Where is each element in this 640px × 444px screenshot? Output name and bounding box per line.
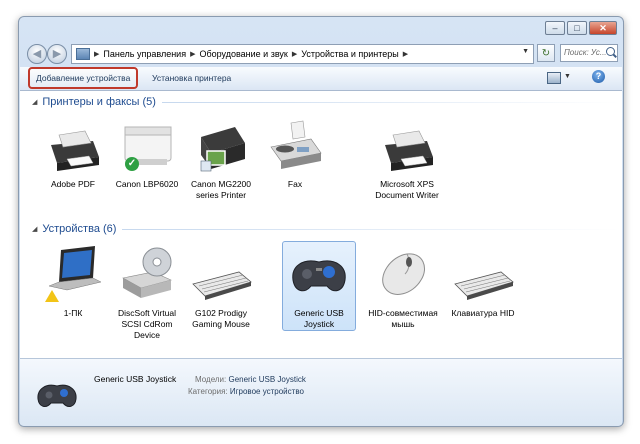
device-label: Canon LBP6020	[115, 179, 179, 189]
warning-icon	[45, 290, 59, 302]
group-header-printers[interactable]: ◢ Принтеры и факсы (5)	[20, 96, 620, 108]
keyboard-icon	[447, 242, 519, 308]
breadcrumb-devices-printers[interactable]: Устройства и принтеры	[301, 49, 399, 59]
divider	[122, 228, 620, 230]
inkjet-printer-icon	[185, 113, 257, 179]
maximize-button[interactable]: □	[567, 21, 587, 35]
help-icon[interactable]: ?	[592, 70, 605, 83]
control-panel-icon	[76, 48, 90, 60]
gamepad-icon	[34, 375, 80, 417]
devices-printers-window: – □ ✕ ◀ ▶ ▶ Панель управления ▶ Оборудов…	[18, 16, 624, 427]
details-category-value: Игровое устройство	[229, 387, 304, 396]
mouse-icon	[367, 242, 439, 308]
laser-printer-icon: ✓	[111, 113, 183, 179]
divider	[161, 101, 620, 103]
chevron-right-icon[interactable]: ▶	[292, 50, 297, 58]
chevron-down-icon[interactable]: ▼	[564, 73, 571, 80]
device-item[interactable]: Adobe PDF	[37, 113, 109, 190]
forward-button[interactable]: ▶	[47, 44, 67, 64]
laptop-icon	[37, 242, 109, 308]
fax-icon	[259, 113, 331, 179]
chevron-down-icon[interactable]: ▼	[522, 48, 529, 55]
device-list: ◢ Принтеры и факсы (5) Adobe PDF ✓ Canon…	[20, 91, 622, 358]
details-category-row: Категория: Игровое устройство	[188, 387, 304, 396]
device-label: Generic USB Joystick	[294, 308, 344, 329]
title-bar: – □ ✕	[19, 17, 623, 41]
search-input[interactable]: Поиск: Ус...	[560, 44, 618, 62]
printer-icon	[371, 113, 443, 179]
default-check-icon: ✓	[125, 157, 139, 171]
device-item[interactable]: HID-совместимая мышь	[367, 242, 439, 330]
device-item[interactable]: ✓ Canon LBP6020	[111, 113, 183, 190]
keyboard-icon	[185, 242, 257, 308]
back-button[interactable]: ◀	[27, 44, 47, 64]
chevron-right-icon: ▶	[94, 51, 100, 58]
device-label: Клавиатура HID	[451, 308, 515, 318]
cdrom-icon	[111, 242, 183, 308]
device-label: Canon MG2200 series Printer	[190, 179, 251, 200]
details-model-value: Generic USB Joystick	[228, 375, 306, 384]
details-pane: Generic USB Joystick Модели: Generic USB…	[20, 358, 622, 426]
device-item[interactable]: DiscSoft Virtual SCSI CdRom Device	[111, 242, 183, 341]
device-item[interactable]: Canon MG2200 series Printer	[185, 113, 257, 201]
details-model-key: Модели:	[195, 375, 227, 384]
breadcrumb-hardware-sound[interactable]: Оборудование и звук	[199, 49, 287, 59]
command-bar: Добавление устройства Установка принтера…	[20, 67, 622, 91]
collapse-arrow-icon[interactable]: ◢	[32, 225, 37, 233]
window-controls: – □ ✕	[543, 21, 617, 35]
device-item[interactable]: Fax	[259, 113, 331, 190]
install-printer-button[interactable]: Установка принтера	[146, 69, 237, 87]
device-label: 1-ПК	[63, 308, 83, 318]
search-icon[interactable]	[606, 47, 615, 56]
device-label: Microsoft XPS Document Writer	[375, 179, 439, 200]
device-label: HID-совместимая мышь	[368, 308, 438, 329]
device-label: Adobe PDF	[51, 179, 95, 189]
details-model-row: Модели: Generic USB Joystick	[195, 375, 306, 384]
chevron-right-icon[interactable]: ▶	[403, 50, 408, 58]
refresh-button[interactable]: ↻	[537, 44, 555, 62]
chevron-right-icon[interactable]: ▶	[190, 50, 195, 58]
search-placeholder: Поиск: Ус...	[564, 48, 607, 57]
details-category-key: Категория:	[188, 387, 228, 396]
change-view-icon[interactable]	[547, 72, 561, 84]
device-label: Fax	[287, 179, 303, 189]
device-label: DiscSoft Virtual SCSI CdRom Device	[118, 308, 176, 340]
group-header-devices[interactable]: ◢ Устройства (6)	[20, 223, 620, 235]
details-device-name: Generic USB Joystick	[94, 374, 177, 384]
close-button[interactable]: ✕	[589, 21, 617, 35]
device-item-selected[interactable]: Generic USB Joystick	[282, 241, 356, 331]
device-label: G102 Prodigy Gaming Mouse	[192, 308, 250, 329]
add-device-button[interactable]: Добавление устройства	[28, 67, 139, 89]
printer-icon	[37, 113, 109, 179]
group-title-printers: Принтеры и факсы (5)	[42, 96, 156, 108]
device-item[interactable]: Microsoft XPS Document Writer	[371, 113, 443, 201]
group-title-devices: Устройства (6)	[42, 223, 117, 235]
navigation-bar: ◀ ▶ ▶ Панель управления ▶ Оборудование и…	[23, 43, 619, 65]
breadcrumb-control-panel[interactable]: Панель управления	[103, 49, 186, 59]
device-item[interactable]: 1-ПК	[37, 242, 109, 319]
gamepad-icon	[283, 242, 355, 308]
address-bar[interactable]: ▶ Панель управления ▶ Оборудование и зву…	[71, 44, 534, 64]
device-item[interactable]: Клавиатура HID	[447, 242, 519, 319]
collapse-arrow-icon[interactable]: ◢	[32, 98, 37, 106]
device-item[interactable]: G102 Prodigy Gaming Mouse	[185, 242, 257, 330]
minimize-button[interactable]: –	[545, 21, 565, 35]
